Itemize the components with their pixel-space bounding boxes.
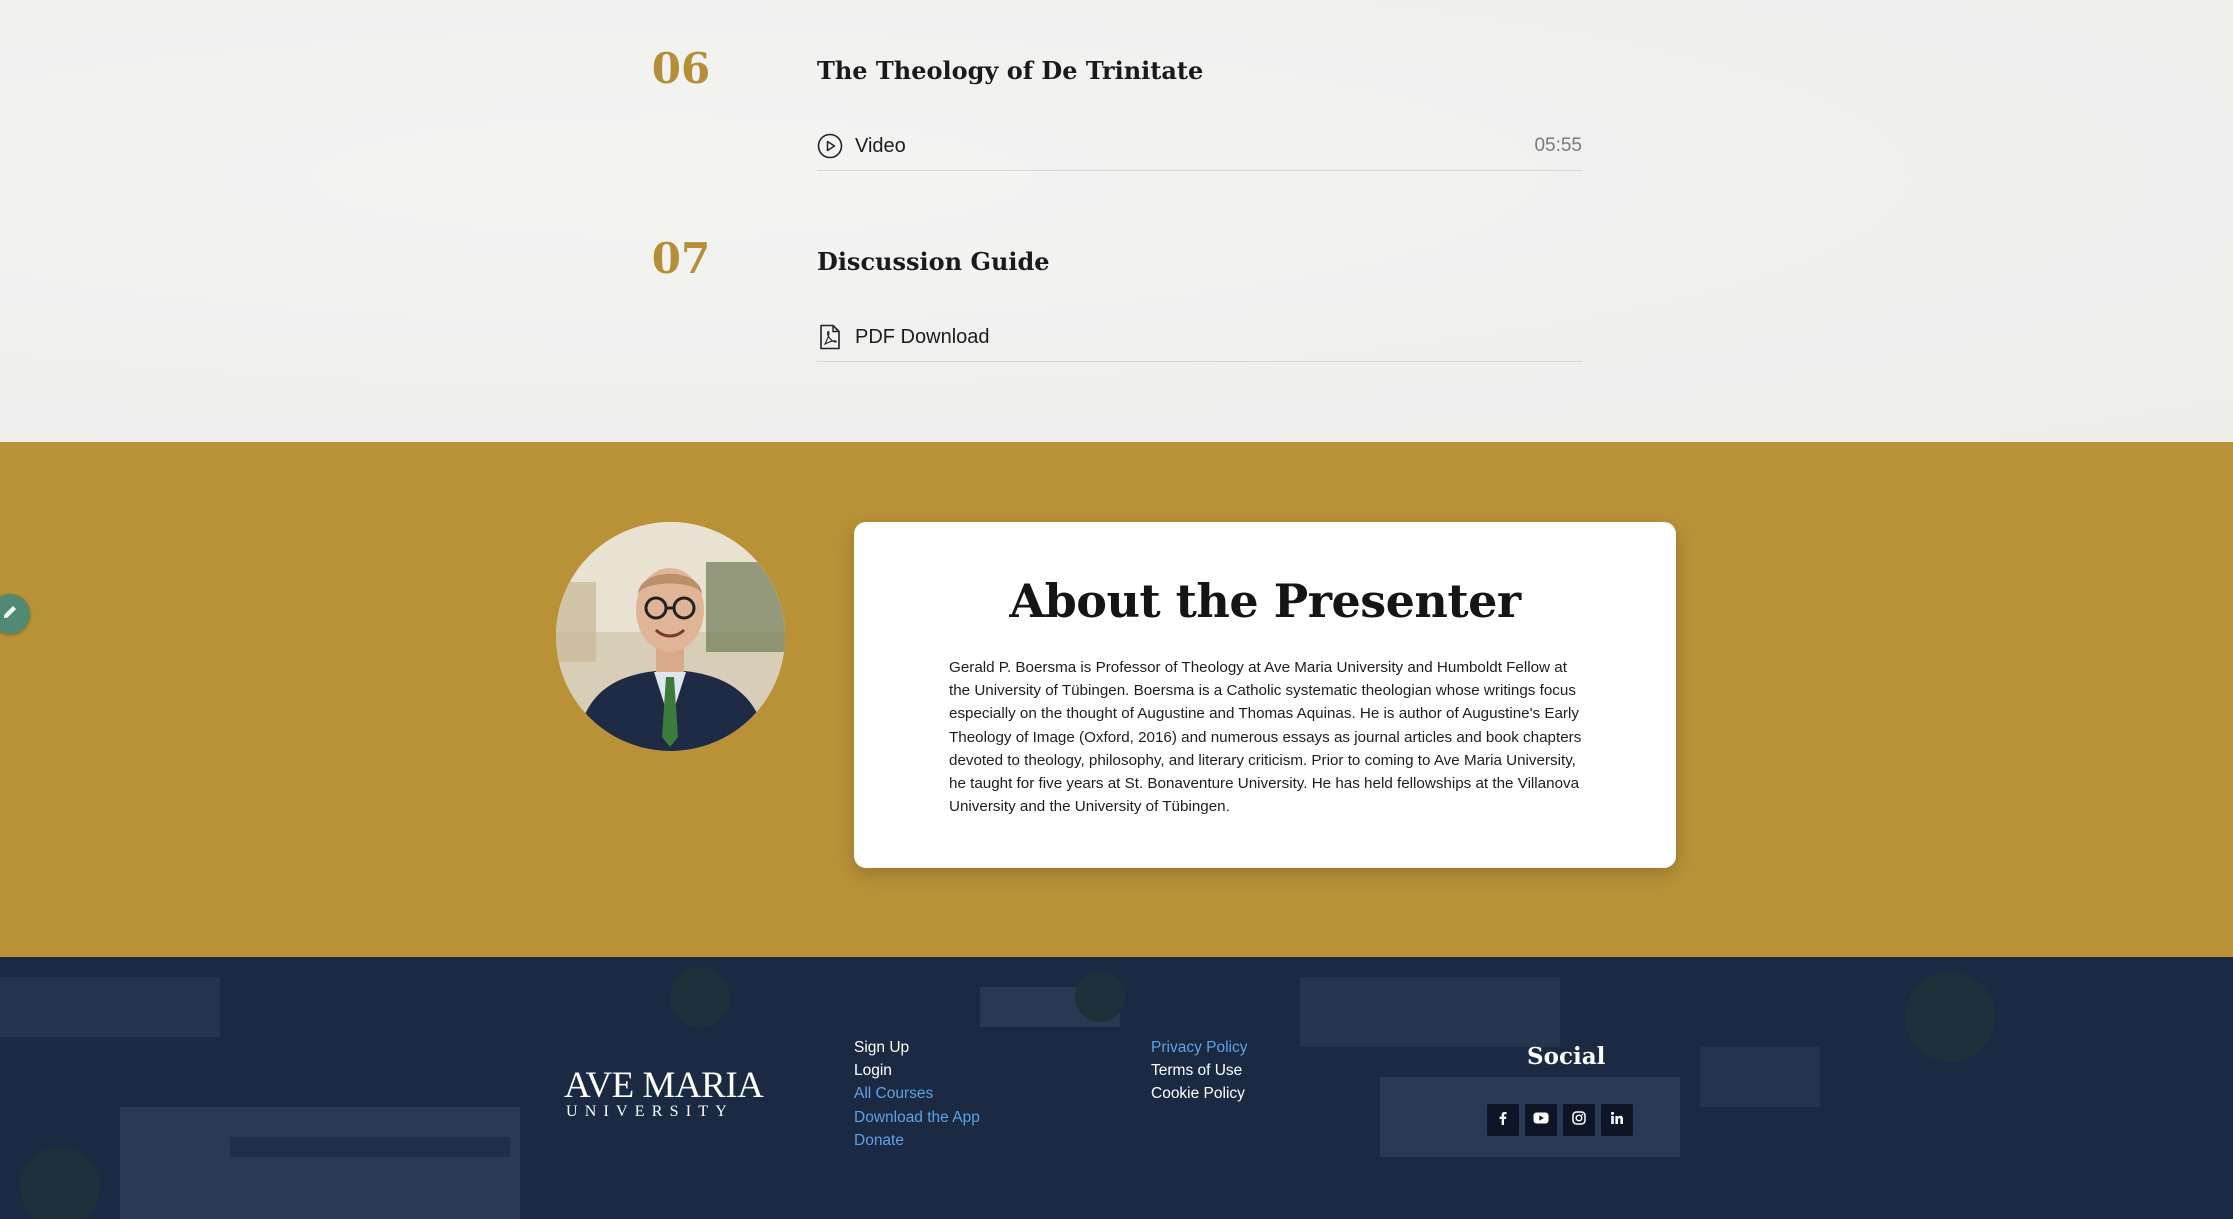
footer-links-legal: Privacy Policy Terms of Use Cookie Polic… [1151,1036,1247,1106]
play-circle-icon [817,133,843,159]
social-links [1487,1104,1633,1136]
lesson-title: The Theology of De Trinitate [817,56,1204,85]
footer-link-login[interactable]: Login [854,1059,980,1082]
logo-sub-text: UNIVERSITY [566,1103,734,1120]
linkedin-button[interactable] [1601,1104,1633,1136]
about-heading: About the Presenter [1009,574,1521,628]
lesson-number: 06 [651,44,711,93]
footer-link-donate[interactable]: Donate [854,1129,980,1152]
pencil-icon [1,603,19,626]
presenter-section: About the Presenter Gerald P. Boersma is… [0,442,2233,957]
lessons-section: 06 The Theology of De Trinitate Video 05… [0,0,2233,442]
ave-maria-logo[interactable]: AVE MARIA UNIVERSITY [564,1065,764,1121]
lesson-duration: 05:55 [1534,135,1582,156]
footer-link-all-courses[interactable]: All Courses [854,1082,980,1105]
youtube-icon [1533,1111,1549,1129]
footer-link-sign-up[interactable]: Sign Up [854,1036,980,1059]
site-footer: AVE MARIA UNIVERSITY Sign Up Login All C… [0,957,2233,1219]
footer-link-privacy-policy[interactable]: Privacy Policy [1151,1036,1247,1059]
facebook-button[interactable] [1487,1104,1519,1136]
lesson-item-pdf[interactable]: PDF Download [817,313,1582,362]
pdf-file-icon [817,324,843,350]
instagram-icon [1572,1110,1586,1130]
logo-main-text: AVE MARIA [564,1065,764,1106]
instagram-button[interactable] [1563,1104,1595,1136]
lesson-item-video[interactable]: Video 05:55 [817,122,1582,171]
presenter-bio: Gerald P. Boersma is Professor of Theolo… [949,659,1582,816]
footer-link-terms-of-use[interactable]: Terms of Use [1151,1059,1247,1082]
footer-link-download-app[interactable]: Download the App [854,1106,980,1129]
lesson-item-label: PDF Download [855,325,990,348]
about-presenter-card: About the Presenter Gerald P. Boersma is… [854,522,1676,868]
linkedin-icon [1610,1111,1624,1130]
lesson-item-label: Video [855,134,906,157]
presenter-photo [556,522,785,751]
lesson-number: 07 [651,234,711,283]
footer-links-primary: Sign Up Login All Courses Download the A… [854,1036,980,1152]
facebook-icon [1496,1111,1510,1130]
footer-link-cookie-policy[interactable]: Cookie Policy [1151,1082,1247,1105]
youtube-button[interactable] [1525,1104,1557,1136]
campus-background-image [0,967,1995,1219]
social-heading: Social [1527,1043,1606,1070]
lesson-title: Discussion Guide [817,247,1050,276]
edit-button[interactable] [0,594,30,634]
